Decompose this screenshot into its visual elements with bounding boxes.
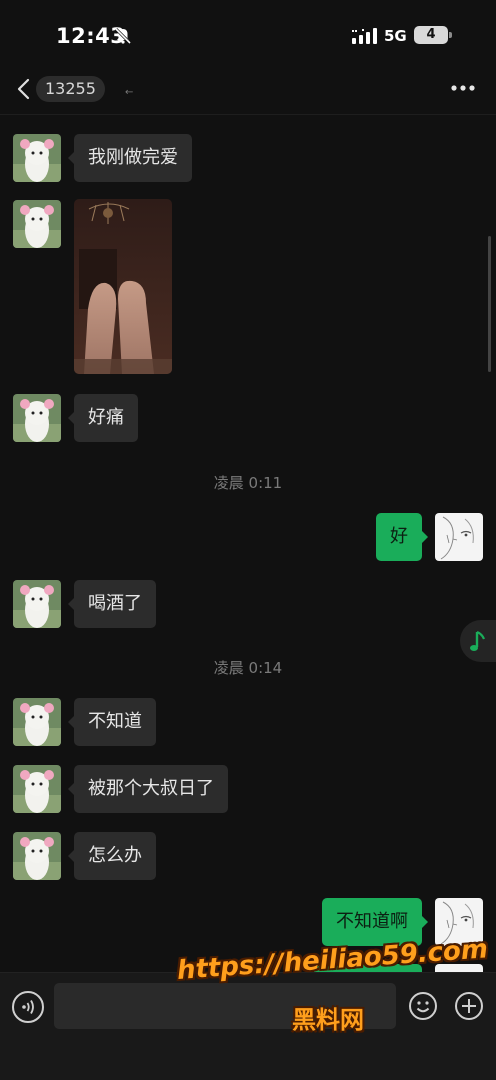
contact-avatar[interactable] <box>13 134 61 182</box>
contact-avatar[interactable] <box>13 765 61 813</box>
back-icon[interactable] <box>14 78 34 100</box>
voice-icon <box>22 1000 34 1014</box>
contact-avatar[interactable] <box>13 698 61 746</box>
status-bar: 12:43 5G 4 <box>0 0 496 70</box>
watermark: https://heiliao59.com 黑料网 <box>176 934 489 1046</box>
bubble-tail <box>68 850 74 862</box>
my-avatar[interactable] <box>435 513 483 561</box>
cat-avatar-icon <box>13 134 61 182</box>
sketch-avatar-icon <box>435 513 483 561</box>
cat-avatar-icon <box>13 698 61 746</box>
message-text: 不知道 <box>88 711 142 732</box>
bubble-tail <box>68 783 74 795</box>
message-text: 怎么办 <box>88 845 142 866</box>
message-bubble-incoming[interactable]: 好痛 <box>68 394 138 442</box>
message-bubble-incoming[interactable]: 我刚做完爱 <box>68 134 192 182</box>
message-text: 好痛 <box>88 407 124 428</box>
network-type: 5G <box>384 27 407 45</box>
bubble-tail <box>68 152 74 164</box>
message-bubble-incoming[interactable]: 不知道 <box>68 698 156 746</box>
cat-avatar-icon <box>13 200 61 248</box>
bubble-tail <box>68 716 74 728</box>
music-float-button[interactable] <box>460 620 496 662</box>
more-icon[interactable] <box>449 82 477 94</box>
message-bubble-incoming[interactable]: 怎么办 <box>68 832 156 880</box>
contact-avatar[interactable] <box>13 832 61 880</box>
scrollbar-thumb[interactable] <box>488 236 491 372</box>
contact-avatar[interactable] <box>13 580 61 628</box>
battery-tip <box>449 32 452 38</box>
message-photo[interactable] <box>74 199 172 374</box>
bell-slash-icon <box>114 27 132 45</box>
chat-title[interactable]: 13255 <box>36 76 105 102</box>
message-text: 不知道啊 <box>336 911 408 932</box>
battery-indicator: 4 <box>414 26 448 44</box>
bubble-tail <box>68 412 74 424</box>
signal-icon <box>352 28 377 44</box>
cat-avatar-icon <box>13 765 61 813</box>
chat-screen: 12:43 5G 4 13255 ← 我刚做完爱 好痛 凌晨 0:11 好 喝酒… <box>0 0 496 1080</box>
contact-avatar[interactable] <box>13 200 61 248</box>
music-note-icon <box>470 630 486 651</box>
contact-avatar[interactable] <box>13 394 61 442</box>
timestamp: 凌晨 0:14 <box>213 659 283 677</box>
cat-avatar-icon <box>13 832 61 880</box>
message-bubble-outgoing[interactable]: 好 <box>376 513 428 561</box>
timestamp: 凌晨 0:11 <box>213 474 283 492</box>
message-text: 我刚做完爱 <box>88 147 178 168</box>
message-text: 被那个大叔日了 <box>88 778 214 799</box>
cat-avatar-icon <box>13 394 61 442</box>
bubble-tail <box>68 598 74 610</box>
message-text: 好 <box>390 526 408 547</box>
message-bubble-incoming[interactable]: 喝酒了 <box>68 580 156 628</box>
watermark-site-name: 黑料网 <box>292 1006 364 1034</box>
voice-button[interactable] <box>12 991 44 1023</box>
chat-header: 13255 ← <box>0 70 496 115</box>
message-text: 喝酒了 <box>88 593 142 614</box>
photo-image <box>74 199 172 374</box>
cat-avatar-icon <box>13 580 61 628</box>
arrow-icon: ← <box>125 87 134 98</box>
bubble-tail <box>422 916 428 928</box>
message-bubble-incoming[interactable]: 被那个大叔日了 <box>68 765 228 813</box>
bubble-tail <box>422 531 428 543</box>
